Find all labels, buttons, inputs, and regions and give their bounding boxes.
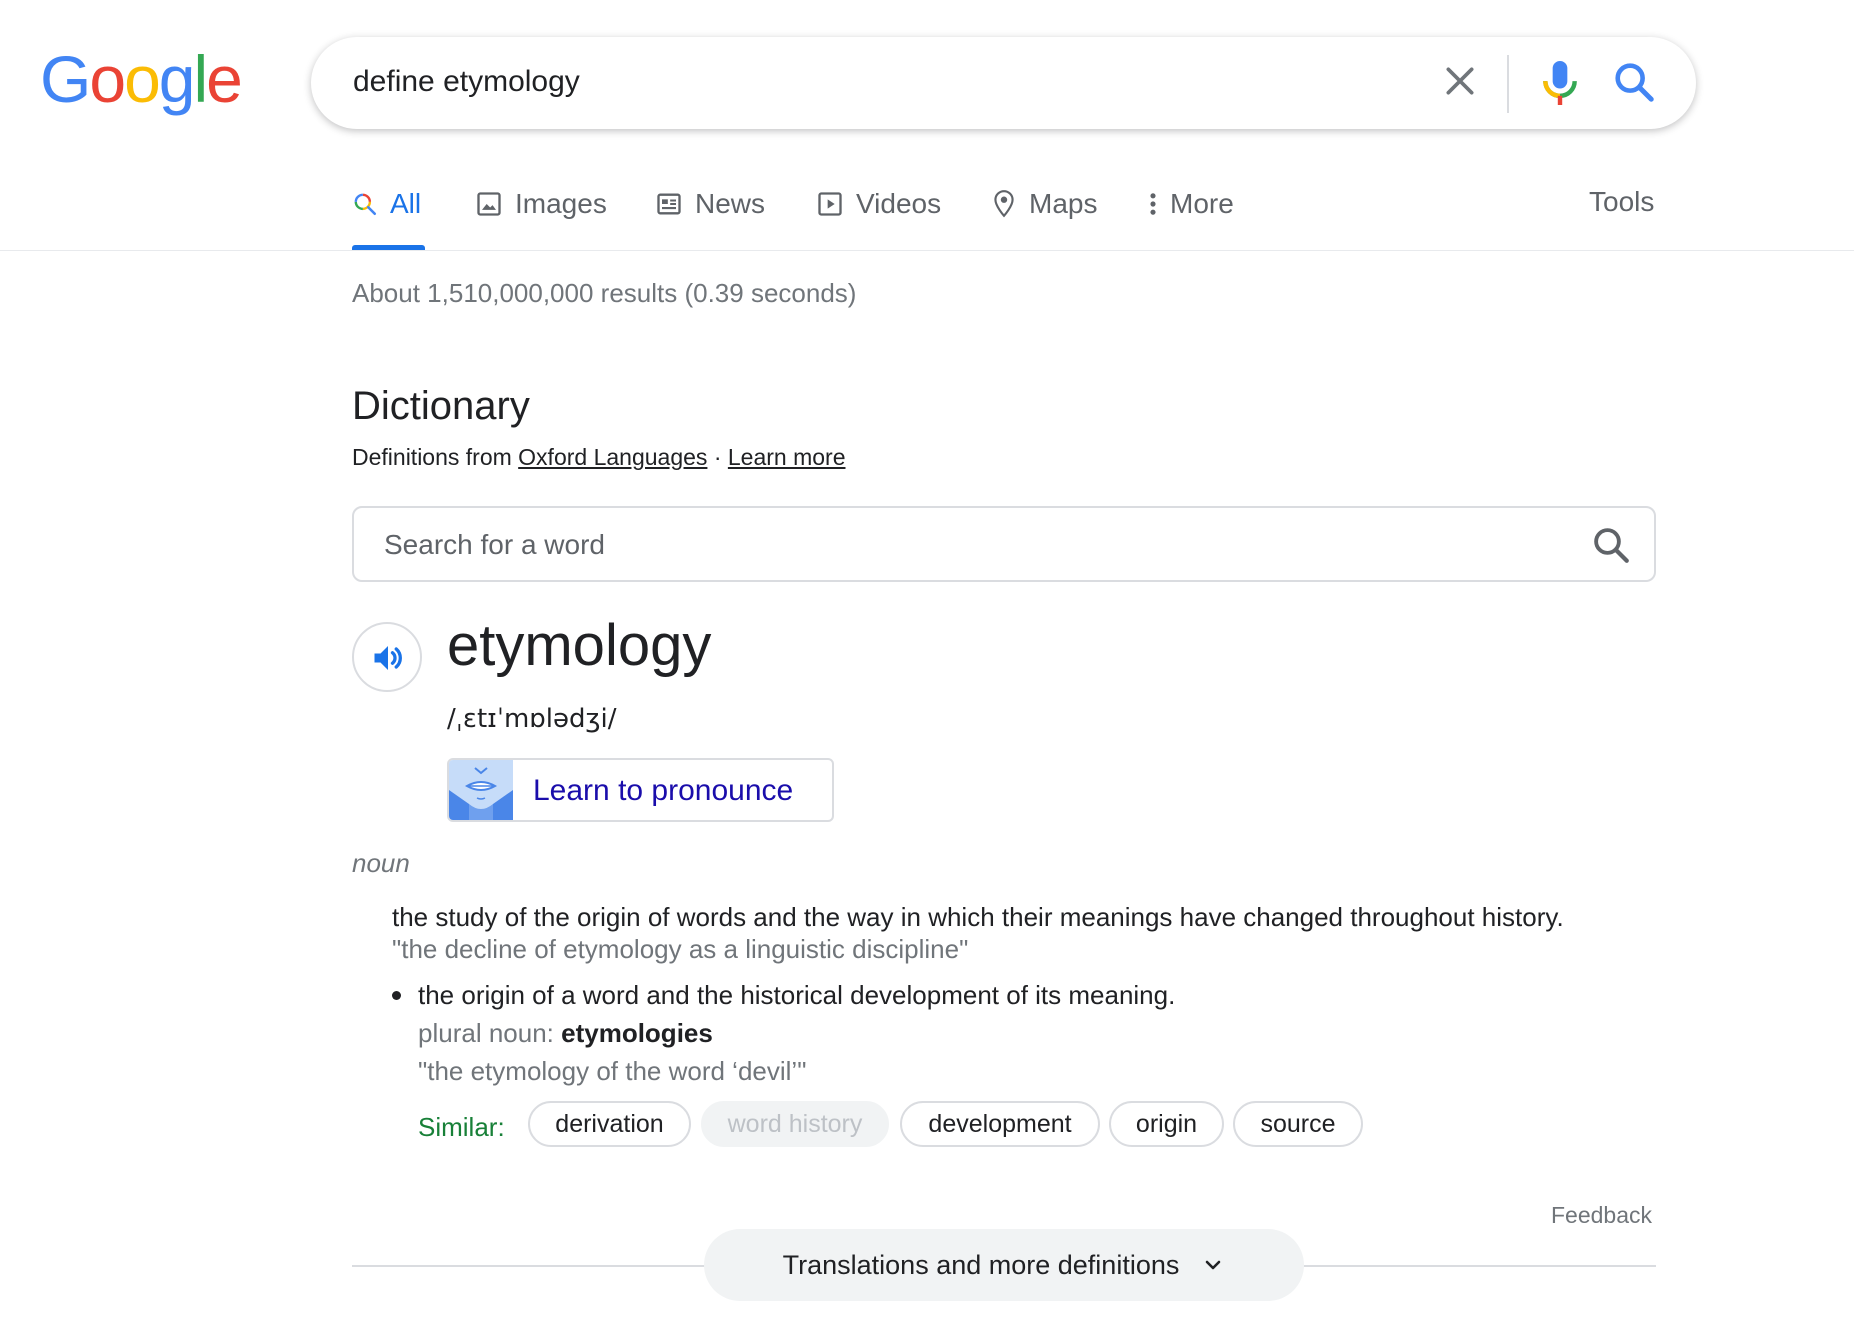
word-search-input[interactable] [382, 522, 1536, 568]
tab-label: Images [515, 188, 607, 219]
plural-value: etymologies [561, 1018, 713, 1048]
tab-more[interactable]: More [1148, 186, 1234, 222]
learn-to-pronounce-button[interactable]: Learn to pronounce [447, 758, 834, 822]
close-icon[interactable] [1440, 61, 1480, 101]
oxford-languages-link[interactable]: Oxford Languages [518, 444, 707, 470]
part-of-speech: noun [352, 848, 410, 878]
search-divider [1507, 55, 1509, 113]
more-definitions-button[interactable]: Translations and more definitions [704, 1229, 1304, 1301]
tab-images[interactable]: Images [475, 186, 607, 222]
chevron-down-icon [1206, 1260, 1221, 1270]
learn-to-pronounce-label: Learn to pronounce [533, 774, 794, 807]
news-icon [657, 193, 681, 215]
search-icon[interactable] [1590, 524, 1632, 566]
tools-button[interactable]: Tools [1589, 186, 1654, 218]
result-stats: About 1,510,000,000 results (0.39 second… [352, 278, 857, 308]
similar-chip-source[interactable]: source [1233, 1101, 1363, 1147]
definition-2: the origin of a word and the historical … [418, 980, 1176, 1010]
similar-chip-derivation[interactable]: derivation [528, 1101, 691, 1147]
search-icon [354, 193, 377, 216]
microphone-icon[interactable] [1538, 57, 1582, 109]
tab-label: All [390, 188, 422, 219]
bullet-dot [392, 991, 401, 1000]
search-input[interactable]: define etymology [353, 65, 580, 99]
logo-letter: o [89, 42, 126, 116]
learn-more-link[interactable]: Learn more [728, 444, 846, 470]
tab-news[interactable]: News [655, 186, 765, 222]
similar-chip-development[interactable]: development [900, 1101, 1100, 1147]
example-1: "the decline of etymology as a linguisti… [392, 934, 969, 964]
search-icon[interactable] [1611, 59, 1657, 105]
logo-letter: G [40, 42, 91, 116]
image-icon [477, 192, 501, 216]
source-prefix: Definitions from [352, 444, 512, 470]
similar-label: Similar: [418, 1112, 505, 1142]
dictionary-title: Dictionary [352, 384, 530, 428]
mouth-illustration-icon [449, 760, 513, 820]
video-icon [818, 192, 842, 216]
tab-label: News [695, 188, 766, 219]
plural-form: plural noun: etymologies [418, 1018, 713, 1049]
tab-label: Maps [1029, 188, 1098, 219]
logo-letter: l [193, 42, 209, 116]
tab-all[interactable]: All [352, 186, 421, 222]
more-definitions-label: Translations and more definitions [782, 1249, 1180, 1280]
tab-label: Videos [856, 188, 942, 219]
example-2: "the etymology of the word ‘devil’" [418, 1056, 807, 1086]
headword: etymology [447, 613, 712, 678]
word-search-box[interactable] [352, 506, 1656, 582]
similar-chip-origin[interactable]: origin [1109, 1101, 1224, 1147]
speaker-icon [374, 646, 402, 670]
tabs-divider [0, 250, 1854, 251]
map-pin-icon [994, 190, 1014, 218]
logo-letter: o [124, 42, 161, 116]
logo-letter: e [206, 42, 243, 116]
plural-label: plural noun: [418, 1018, 554, 1048]
source-separator: · [713, 444, 722, 470]
similar-chip-word-history[interactable]: word history [701, 1101, 889, 1147]
tab-videos[interactable]: Videos [816, 186, 941, 222]
tab-label: More [1170, 188, 1234, 219]
dictionary-source: Definitions from Oxford Languages · Lear… [352, 444, 846, 471]
tab-maps[interactable]: Maps [991, 186, 1097, 222]
pronunciation-audio-button[interactable] [352, 622, 422, 692]
search-bar[interactable]: define etymology [311, 37, 1696, 129]
more-vertical-icon [1150, 193, 1156, 215]
phonetic-spelling: /ˌɛtɪˈmɒlədʒi/ [447, 704, 617, 734]
google-logo[interactable]: Google [40, 42, 243, 116]
feedback-link[interactable]: Feedback [1551, 1202, 1652, 1229]
logo-letter: g [158, 42, 196, 116]
definition-1: the study of the origin of words and the… [392, 902, 1564, 932]
